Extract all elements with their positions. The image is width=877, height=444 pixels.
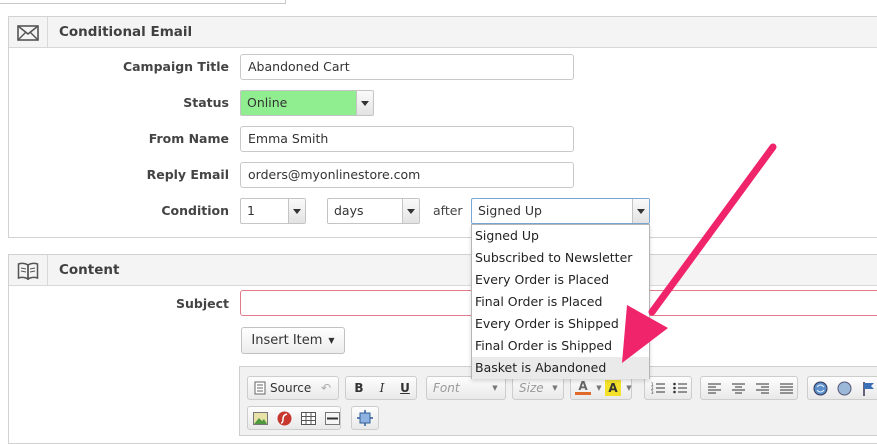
chevron-down-icon[interactable] [356,91,373,115]
toolbar-group-colors: A ▼ A ▼ [570,376,632,400]
numbered-list-icon[interactable]: 123 [650,380,666,396]
toolbar-group-links [807,376,877,400]
status-value: Online [247,95,288,110]
subject-label: Subject [176,296,229,311]
text-color-icon[interactable]: A [575,379,591,395]
toolbar-group-align [700,376,798,400]
tab-right[interactable] [285,0,877,4]
font-combo[interactable]: Font ▼ [426,376,506,400]
align-center-icon[interactable] [730,380,746,396]
insert-item-label: Insert Item [251,333,323,348]
chevron-down-icon[interactable] [402,199,419,223]
image-icon[interactable] [252,410,268,426]
chevron-down-icon[interactable] [632,199,649,223]
caret-down-icon: ▼ [328,336,335,345]
dropdown-option-signed-up[interactable]: Signed Up [472,225,649,247]
source-button[interactable]: Source [270,381,311,395]
campaign-title-label: Campaign Title [122,59,229,74]
condition-event-value: Signed Up [478,203,542,218]
italic-icon[interactable]: I [374,380,390,396]
toolbar-group-format: B I U [345,376,417,400]
caret-down-icon: ▼ [492,384,498,392]
unlink-icon[interactable] [836,380,852,396]
book-icon [9,255,48,286]
bulleted-list-icon[interactable] [672,380,688,396]
insert-item-button[interactable]: Insert Item ▼ [241,327,345,354]
dropdown-option-subscribed[interactable]: Subscribed to Newsletter [472,247,649,269]
top-tab-strip [0,0,877,4]
source-icon[interactable] [252,380,268,396]
size-placeholder: Size [519,381,544,395]
svg-text:3: 3 [651,390,654,394]
from-name-input[interactable]: Emma Smith [240,126,574,152]
reply-email-input[interactable]: orders@myonlinestore.com [240,162,574,188]
align-left-icon[interactable] [706,380,722,396]
condition-unit-select[interactable]: days [327,198,420,224]
horizontal-rule-icon[interactable] [324,410,340,426]
flash-icon[interactable] [276,410,292,426]
size-combo[interactable]: Size ▼ [512,376,564,400]
condition-event-select[interactable]: Signed Up [471,198,650,224]
underline-icon[interactable]: U [397,380,413,396]
caret-down-icon: ▼ [552,384,558,392]
dropdown-option-basket-abandoned[interactable]: Basket is Abandoned [472,357,649,379]
toolbar-group-source: Source ↶ [247,376,339,400]
background-color-icon[interactable]: A [605,380,621,396]
dropdown-option-every-order-placed[interactable]: Every Order is Placed [472,269,649,291]
condition-label: Condition [161,203,229,218]
caret-down-icon: ▼ [626,384,632,392]
condition-event-dropdown: Signed Up Subscribed to Newsletter Every… [471,224,650,379]
after-label: after [433,203,463,218]
maximize-icon[interactable] [357,410,373,426]
dropdown-option-every-order-shipped[interactable]: Every Order is Shipped [472,313,649,335]
content-header: Content [9,255,877,286]
conditional-email-header: Conditional Email [9,17,877,48]
condition-unit-value: days [334,203,364,218]
from-name-label: From Name [148,131,229,146]
status-label: Status [183,95,229,110]
tab-left[interactable] [0,0,285,4]
campaign-title-input[interactable]: Abandoned Cart [240,54,574,80]
dropdown-option-final-order-placed[interactable]: Final Order is Placed [472,291,649,313]
anchor-flag-icon[interactable] [860,380,876,396]
envelope-icon [9,17,48,48]
toolbar-group-lists: 123 [644,376,692,400]
justify-icon[interactable] [778,380,794,396]
condition-amount-value: 1 [247,203,255,218]
align-right-icon[interactable] [754,380,770,396]
table-icon[interactable] [300,410,316,426]
link-icon[interactable] [812,380,828,396]
bold-icon[interactable]: B [351,380,367,396]
toolbar-group-insert [247,406,341,430]
panel-title: Conditional Email [59,24,193,40]
font-placeholder: Font [433,381,460,395]
reply-email-label: Reply Email [146,167,229,182]
status-select[interactable]: Online [240,90,374,116]
condition-amount-select[interactable]: 1 [240,198,306,224]
toolbar-group-maximize [351,406,379,430]
undo-icon[interactable]: ↶ [318,380,334,396]
dropdown-option-final-order-shipped[interactable]: Final Order is Shipped [472,335,649,357]
panel-title: Content [59,262,120,278]
chevron-down-icon[interactable] [288,199,305,223]
